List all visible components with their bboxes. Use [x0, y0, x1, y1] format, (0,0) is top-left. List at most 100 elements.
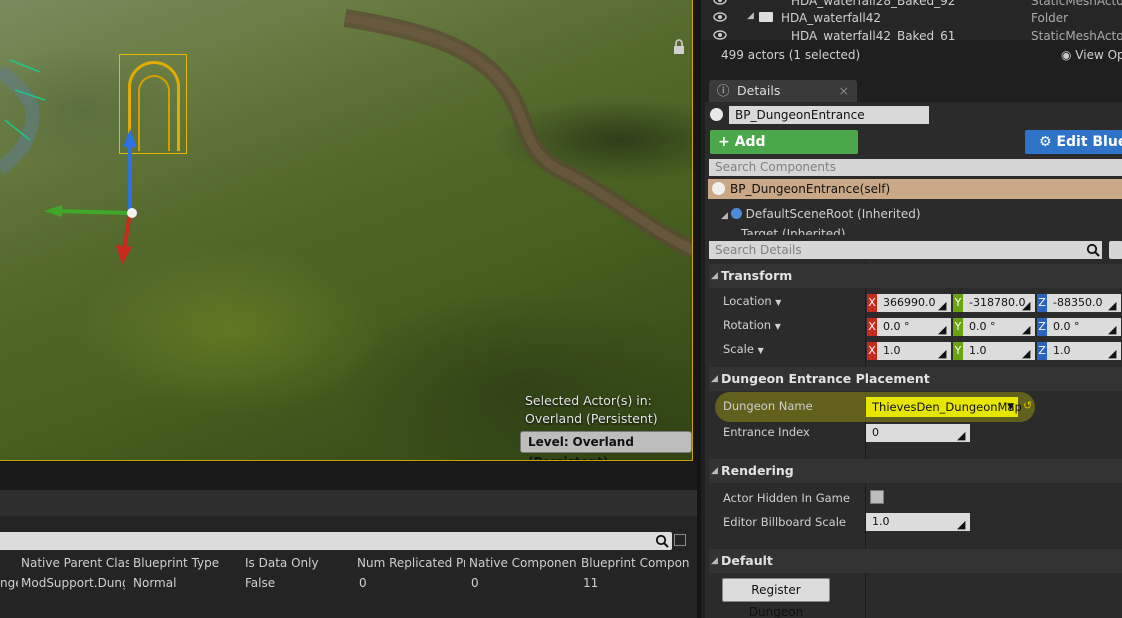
table-cell: False [245, 576, 276, 590]
gear-icon: ⚙ [1039, 134, 1057, 150]
scale-label[interactable]: Scale ▼ [723, 342, 764, 356]
section-title: Dungeon Entrance Placement [721, 371, 930, 386]
location-y-field[interactable]: -318780.0 ◢ [963, 294, 1035, 312]
selected-actors-line2: Overland (Persistent) [525, 411, 658, 426]
reset-to-default-icon[interactable]: ↺ [1023, 399, 1032, 412]
level-viewport[interactable]: Selected Actor(s) in: Overland (Persiste… [0, 0, 693, 461]
view-options-label: View Op [1075, 48, 1122, 62]
actor-hidden-label: Actor Hidden In Game [723, 491, 850, 505]
rotation-z-field[interactable]: 0.0 ° ◢ [1047, 318, 1121, 336]
add-component-button[interactable]: + Add Component ▼ [710, 130, 858, 174]
scale-y-field[interactable]: 1.0 ◢ [963, 342, 1035, 360]
entrance-index-field[interactable]: 0 ◢ [866, 424, 970, 442]
tab-details-label: Details [737, 83, 781, 98]
table-search-input[interactable] [0, 532, 672, 550]
table-cell: 0 [359, 576, 367, 590]
column-header[interactable]: Blueprint Componer [581, 556, 689, 570]
section-title: Rendering [721, 463, 794, 478]
folder-icon [759, 12, 773, 22]
table-cell: Normal [133, 576, 177, 590]
actor-hidden-row: Actor Hidden In Game [709, 487, 1122, 511]
level-badge: Level: Overland (Persistent) [520, 431, 692, 460]
column-header[interactable]: Native Parent Class [21, 556, 129, 570]
actor-icon [710, 108, 723, 121]
right-panel: HDA_waterfall28_Baked_92 StaticMeshActor… [697, 0, 1122, 618]
table-cell: 11 [583, 576, 599, 590]
outliner-name: HDA_waterfall28_Baked_92 [791, 0, 956, 8]
location-x-field[interactable]: 366990.0 ◢ [877, 294, 951, 312]
transform-gizmo[interactable] [40, 125, 150, 270]
search-icon[interactable] [655, 534, 669, 548]
section-title: Transform [721, 268, 793, 283]
collapse-arrow-icon: ◢ [711, 466, 718, 476]
chevron-down-icon: ▼ [1007, 402, 1014, 412]
billboard-scale-field[interactable]: 1.0 ◢ [866, 513, 970, 531]
actor-count: 499 actors (1 selected) [721, 48, 861, 62]
actor-hidden-checkbox[interactable] [870, 490, 884, 504]
y-axis-label: Y [953, 318, 963, 336]
panel-toolbar [0, 490, 697, 516]
actor-name-input[interactable]: BP_DungeonEntrance [729, 106, 929, 124]
dungeon-name-dropdown[interactable]: ThievesDen_DungeonMap ▼ [866, 397, 1022, 417]
z-axis-label: Z [1037, 342, 1047, 360]
save-icon[interactable] [674, 534, 686, 546]
selected-actors-line1: Selected Actor(s) in: [525, 393, 652, 408]
outliner-type: Folder [1031, 11, 1069, 25]
y-axis-label: Y [953, 342, 963, 360]
scale-z-field[interactable]: 1.0 ◢ [1047, 342, 1121, 360]
table-cell: ModSupport.Dunge [21, 576, 125, 590]
location-label[interactable]: Location ▼ [723, 294, 781, 308]
dungeon-name-value: ThievesDen_DungeonMap [872, 400, 1022, 414]
actor-icon [712, 182, 725, 195]
rotation-y-field[interactable]: 0.0 ° ◢ [963, 318, 1035, 336]
world-outliner: HDA_waterfall28_Baked_92 StaticMeshActor… [701, 0, 1122, 40]
section-rendering[interactable]: ◢ Rendering [709, 459, 1122, 483]
component-tree-item[interactable]: ◢ DefaultSceneRoot (Inherited) [721, 207, 921, 221]
register-dungeon-button[interactable]: Register Dungeon [722, 578, 830, 618]
x-axis-label: X [867, 342, 877, 360]
eye-icon: ◉ [1061, 48, 1076, 62]
collapse-arrow-icon[interactable]: ◢ [747, 11, 754, 21]
column-header[interactable]: Num Replicated Pro [357, 556, 465, 570]
section-transform[interactable]: ◢ Transform [709, 264, 1122, 288]
selected-actors-info: Selected Actor(s) in: Overland (Persiste… [525, 392, 658, 428]
scale-x-field[interactable]: 1.0 ◢ [877, 342, 951, 360]
outliner-row[interactable]: ◢ HDA_waterfall42 Folder [701, 9, 1122, 27]
eye-icon[interactable] [713, 30, 727, 40]
outliner-type: StaticMeshActor [1031, 0, 1122, 8]
search-icon[interactable] [1086, 243, 1100, 257]
search-components-input[interactable]: Search Components [709, 159, 1122, 176]
component-tree-item[interactable]: Target (Inherited) [741, 227, 845, 235]
level-label: Level: [528, 435, 569, 449]
eye-icon[interactable] [713, 0, 727, 5]
rotation-x-field[interactable]: 0.0 ° ◢ [877, 318, 951, 336]
x-axis-label: X [867, 294, 877, 312]
outliner-type: StaticMeshActor [1031, 29, 1122, 40]
edit-blueprint-label: Edit Bluep [1056, 134, 1122, 150]
column-header[interactable]: Native Components [469, 556, 577, 570]
location-z-field[interactable]: -88350.0 ◢ [1047, 294, 1121, 312]
lock-icon[interactable] [672, 39, 686, 55]
dungeon-name-label: Dungeon Name [723, 399, 813, 413]
info-icon: ⓘ [717, 83, 730, 98]
column-header[interactable]: Is Data Only [245, 556, 353, 570]
component-self-row[interactable]: BP_DungeonEntrance(self) [708, 179, 1122, 199]
view-options-button[interactable]: ◉ View Op [1061, 48, 1122, 62]
scene-component-icon [730, 208, 742, 219]
table-cell: nge [0, 576, 18, 590]
column-header[interactable]: Blueprint Type [133, 556, 241, 570]
tab-details[interactable]: ⓘ Details × [709, 80, 857, 102]
section-default[interactable]: ◢ Default [709, 549, 1122, 573]
edit-blueprint-button[interactable]: ⚙ Edit Bluep [1025, 130, 1122, 154]
rotation-label[interactable]: Rotation ▼ [723, 318, 781, 332]
section-title: Default [721, 553, 773, 568]
z-axis-label: Z [1037, 318, 1047, 336]
z-axis-label: Z [1037, 294, 1047, 312]
section-dungeon-placement[interactable]: ◢ Dungeon Entrance Placement [709, 367, 1122, 391]
view-options-icon[interactable] [1109, 241, 1122, 259]
search-details-input[interactable]: Search Details [709, 241, 1102, 259]
outliner-row[interactable]: HDA_waterfall42_Baked_61 StaticMeshActor [701, 27, 1122, 40]
close-icon[interactable]: × [839, 80, 849, 102]
eye-icon[interactable] [713, 12, 727, 22]
outliner-name: HDA_waterfall42 [781, 11, 881, 25]
